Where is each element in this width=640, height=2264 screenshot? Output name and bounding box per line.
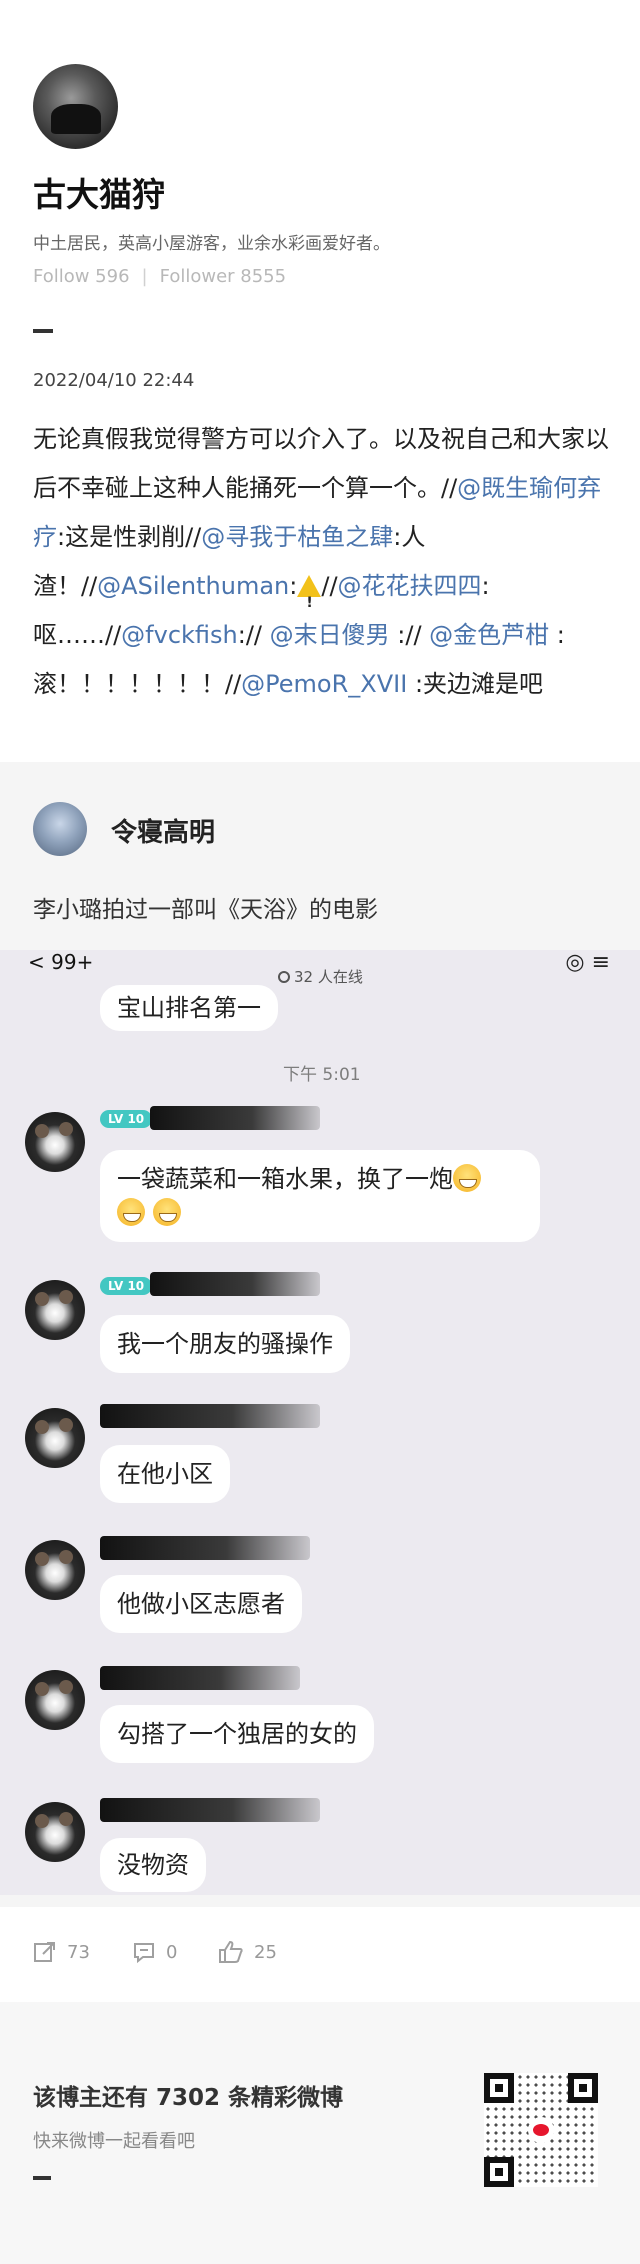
back-unread-badge: < 99+ [28,950,94,974]
repost-avatar[interactable] [33,802,87,856]
chat-bubble: 我一个朋友的骚操作 [100,1315,350,1373]
menu-icon: ◎ ≡ [565,950,610,975]
qr-finder [484,2073,514,2103]
follow-separator: | [141,266,148,287]
footer-subtitle: 快来微博一起看看吧 [33,2131,195,2152]
chat-avatar [25,1540,85,1600]
mention-link[interactable]: @fvckfish [121,621,238,649]
redacted-name [150,1272,320,1296]
redacted-name [100,1536,310,1560]
warning-icon [297,575,322,628]
chat-avatar [25,1408,85,1468]
chat-avatar [25,1280,85,1340]
like-button[interactable]: 25 [218,1940,277,1964]
post-date: 2022/04/10 22:44 [33,370,195,391]
grin-emoji-icon [152,1198,181,1226]
qr-code[interactable] [484,2073,598,2187]
mention-link[interactable]: @花花扶四四 [338,572,482,600]
chat-avatar [25,1112,85,1172]
like-count: 25 [254,1941,277,1963]
chat-bubble: 勾搭了一个独居的女的 [100,1705,374,1763]
divider [33,2176,51,2180]
redacted-name [100,1666,300,1690]
time-label: 下午 5:01 [283,1065,361,1085]
chat-bubble: 宝山排名第一 [100,985,278,1031]
grin-emoji-icon [453,1164,481,1192]
repost-button[interactable]: 73 [33,1940,90,1964]
redacted-name [100,1798,320,1822]
chat-avatar [25,1802,85,1862]
chat-bubble: 没物资 [100,1838,206,1892]
mention-link[interactable]: @金色芦柑 [429,621,549,649]
online-status: 32 人在线 [278,966,363,987]
level-badge: LV 10 [100,1110,153,1128]
follow-count[interactable]: Follow 596 [33,266,130,287]
mention-link[interactable]: @PemoR_XVII [241,670,407,698]
username[interactable]: 古大猫狩 [33,168,165,216]
repost-author[interactable]: 令寝高明 [111,812,215,849]
redacted-name [150,1106,320,1130]
follower-count[interactable]: Follower 8555 [160,266,286,287]
chat-bubble: 他做小区志愿者 [100,1575,302,1633]
action-bar: 73 0 25 [0,1907,640,2002]
mention-link[interactable]: @末日傻男 [270,621,390,649]
chat-avatar [25,1670,85,1730]
footer-promo: 该博主还有 7302 条精彩微博 快来微博一起看看吧 [0,2002,640,2264]
divider [33,329,53,333]
profile-header: 古大猫狩 中土居民，英高小屋游客，业余水彩画爱好者。 Follow 596 | … [0,0,640,430]
qr-finder [568,2073,598,2103]
mention-link[interactable]: @寻我于枯鱼之肆 [201,523,393,551]
chat-topbar: < 99+ 32 人在线 ◎ ≡ [0,950,640,987]
chat-bubble: 一袋蔬菜和一箱水果，换了一炮 [100,1150,540,1242]
redacted-name [100,1404,320,1428]
weibo-logo-icon [528,2117,554,2143]
repost-count: 73 [67,1941,90,1963]
online-icon [278,971,290,983]
avatar[interactable] [33,64,118,149]
footer-title: 该博主还有 7302 条精彩微博 [33,2085,344,2111]
mention-link[interactable]: @ASilenthuman [97,572,289,600]
level-badge: LV 10 [100,1277,153,1295]
chat-screenshot[interactable]: < 99+ 32 人在线 ◎ ≡ 宝山排名第一 下午 5:01 LV 10 一袋… [0,950,640,1895]
post-text: 无论真假我觉得警方可以介入了。以及祝自己和大家以后不幸碰上这种人能捅死一个算一个… [33,415,613,709]
thumbs-up-icon [219,1940,243,1963]
repost-icon [34,1942,55,1962]
chat-bubble: 在他小区 [100,1445,230,1503]
repost-text: 李小璐拍过一部叫《天浴》的电影 [33,897,378,923]
grin-emoji-icon [117,1198,145,1226]
comment-icon [134,1943,154,1964]
follow-stats: Follow 596 | Follower 8555 [33,266,286,287]
comment-count: 0 [166,1941,178,1963]
comment-button[interactable]: 0 [132,1940,177,1964]
qr-finder [484,2157,514,2187]
user-bio: 中土居民，英高小屋游客，业余水彩画爱好者。 [33,234,390,254]
